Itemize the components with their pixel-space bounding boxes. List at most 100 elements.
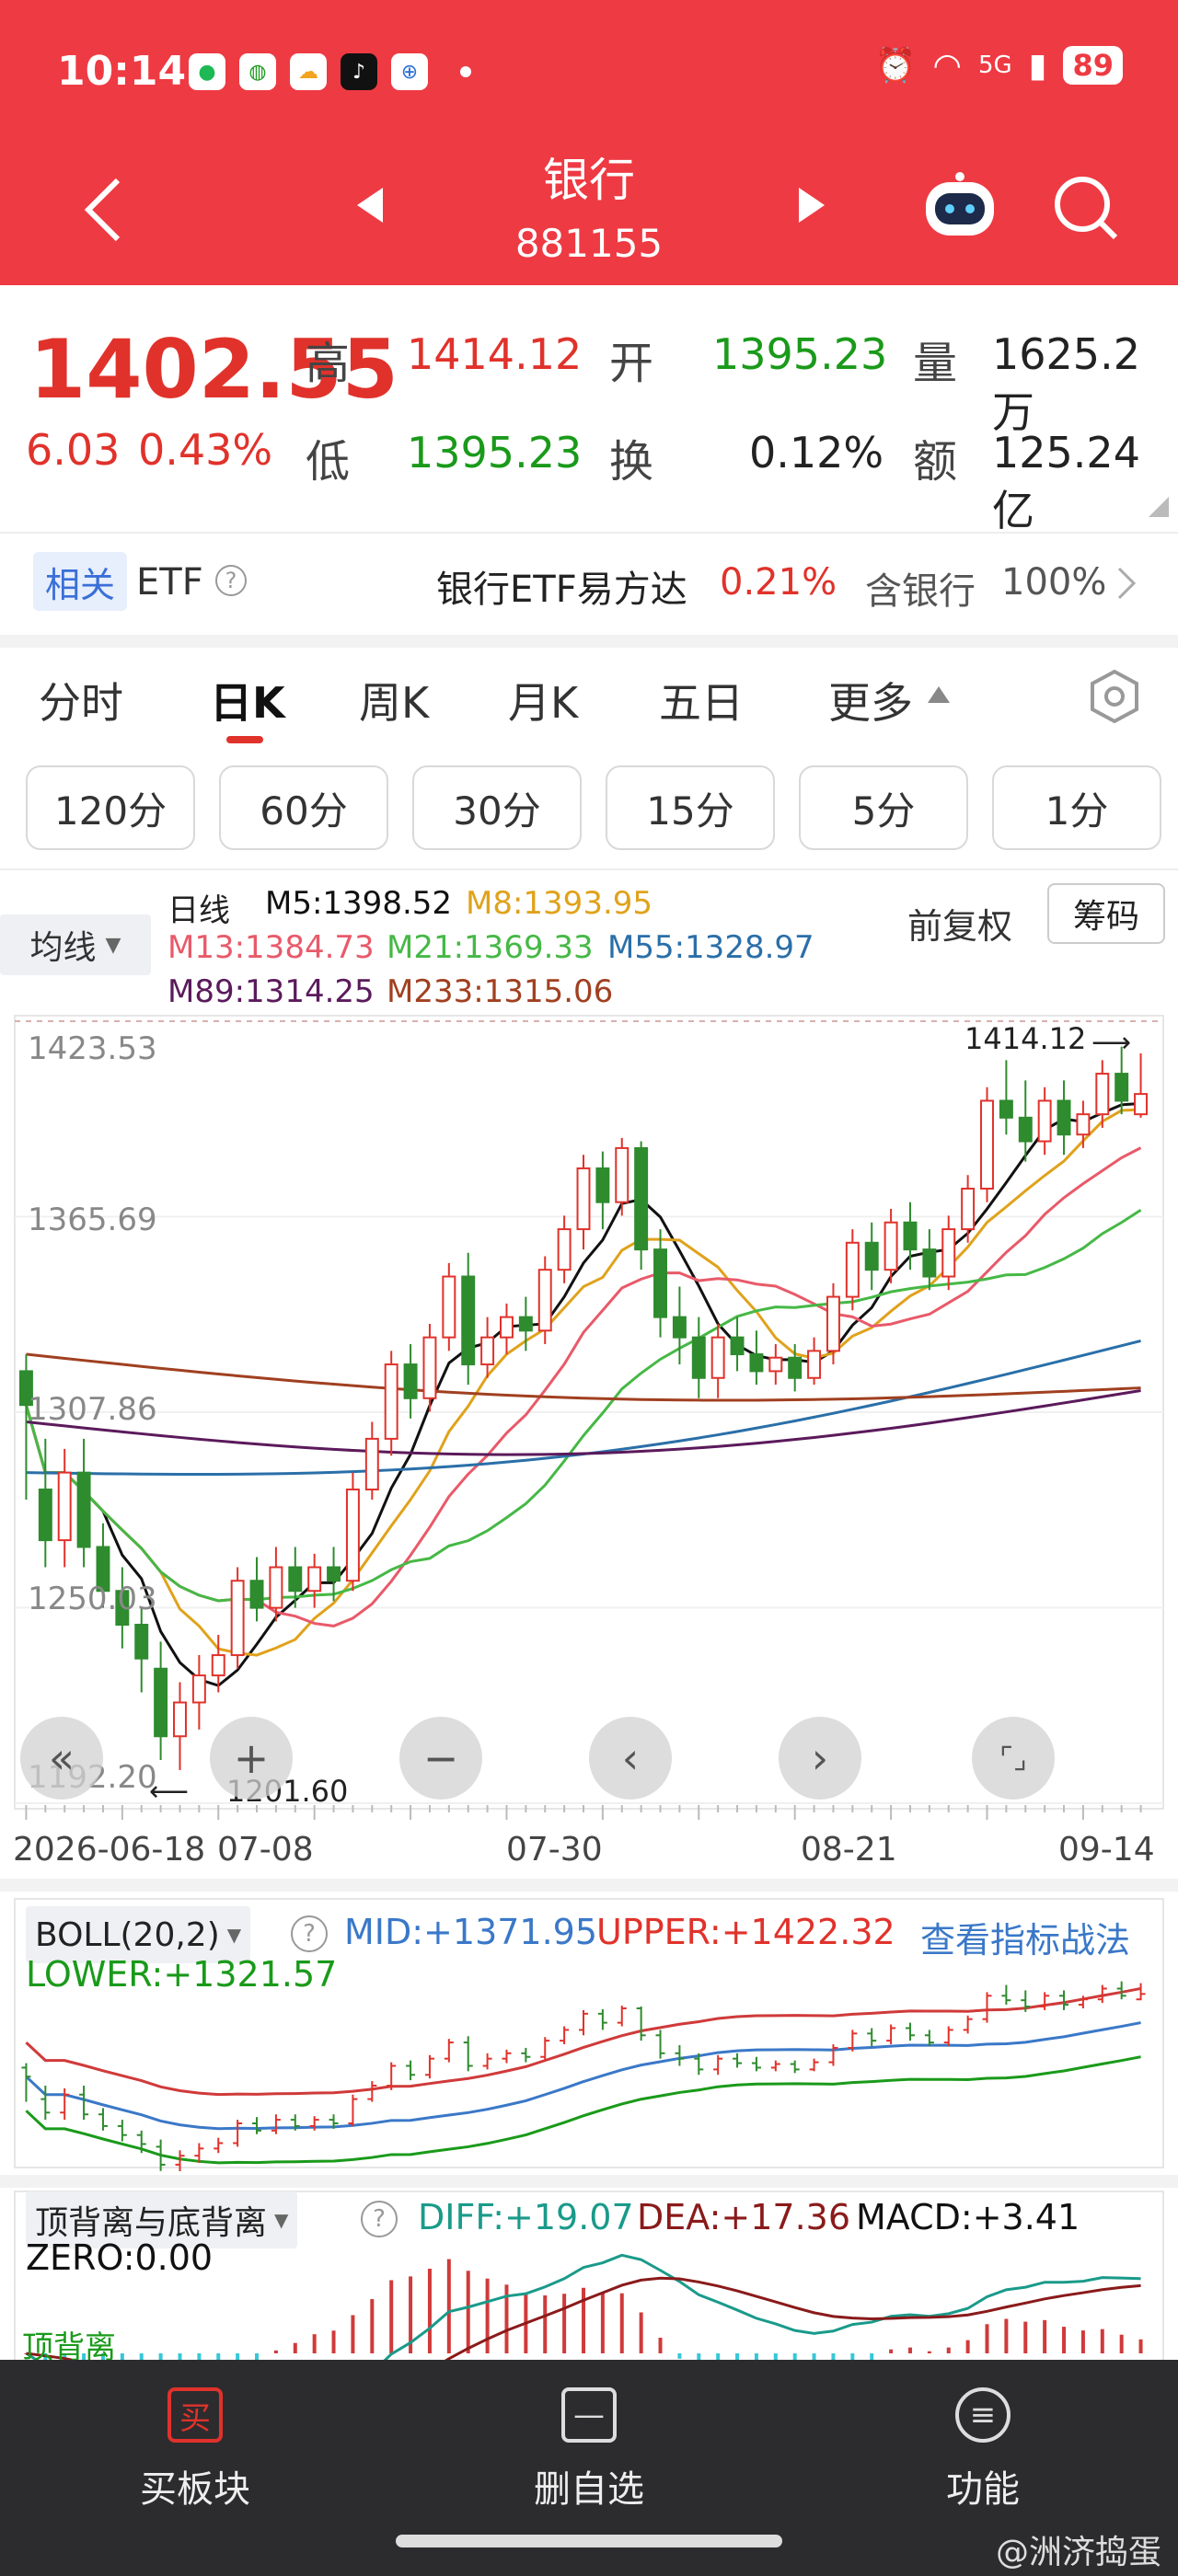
tab-monthly-k[interactable]: 月K: [508, 670, 578, 730]
macd-bar: [1062, 2327, 1067, 2353]
macd-bar: [946, 2347, 951, 2353]
boll-frame: [14, 1898, 1164, 2168]
max-price-label: 1414.12: [964, 1021, 1087, 1056]
macd-bar: [331, 2330, 336, 2353]
search-icon[interactable]: [1049, 171, 1123, 245]
function-button[interactable]: ≡ 功能: [845, 2360, 1121, 2513]
interval-30m[interactable]: 30分: [412, 765, 582, 850]
candle-body: [154, 1667, 168, 1738]
legend-m13: M13:1384.73: [167, 929, 375, 966]
macd-bar: [1119, 2334, 1124, 2353]
home-indicator[interactable]: [396, 2535, 782, 2547]
candle-body: [269, 1566, 283, 1609]
divider: [0, 868, 1178, 870]
candle-body: [768, 1356, 783, 1373]
etf-hold: 含银行: [865, 570, 976, 613]
fullscreen-button[interactable]: ⌜⌟: [972, 1717, 1055, 1800]
candle-body: [922, 1248, 937, 1278]
tab-five-day[interactable]: 五日: [659, 670, 744, 730]
macd-help-icon[interactable]: ?: [361, 2201, 398, 2237]
boll-mid-line: [25, 2021, 1141, 2131]
boll-lower-line: [25, 2055, 1141, 2165]
rewind-button[interactable]: «: [20, 1717, 103, 1800]
interval-120m[interactable]: 120分: [26, 765, 195, 850]
x-axis-ticks: [25, 1805, 1142, 1820]
low-value: 1395.23: [407, 428, 583, 477]
change-value: 6.03: [26, 425, 121, 475]
chevron-right-icon[interactable]: [1115, 565, 1138, 602]
candle-body: [653, 1248, 667, 1318]
remove-watchlist-button[interactable]: — 删自选: [451, 2360, 727, 2513]
tab-intraday[interactable]: 分时: [39, 670, 123, 730]
candle-body: [480, 1336, 495, 1366]
minus-box-icon: —: [561, 2387, 617, 2443]
candle-body: [710, 1336, 725, 1379]
macd-bar: [1100, 2329, 1104, 2353]
interval-1m[interactable]: 1分: [992, 765, 1161, 850]
zoom-out-button[interactable]: −: [399, 1717, 482, 1800]
macd-bar: [639, 2312, 643, 2353]
adjust-label[interactable]: 前复权: [907, 898, 1012, 949]
tab-more[interactable]: 更多: [828, 670, 913, 730]
macd-bar: [677, 2353, 682, 2359]
etf-name[interactable]: 银行ETF易方达: [436, 559, 687, 613]
macd-bar: [312, 2334, 317, 2353]
candle-body: [422, 1336, 437, 1399]
candle-body: [518, 1316, 533, 1332]
next-stock-icon[interactable]: [795, 184, 828, 226]
tab-daily-k[interactable]: 日K: [210, 670, 285, 730]
high-value: 1414.12: [407, 329, 583, 379]
scroll-left-button[interactable]: ‹: [589, 1717, 672, 1800]
boll-chart[interactable]: [0, 1895, 1178, 2171]
robot-assistant-icon[interactable]: [918, 171, 1001, 245]
candle-body: [364, 1437, 379, 1491]
buy-sector-button[interactable]: 买 买板块: [57, 2360, 333, 2513]
legend-m233: M233:1315.06: [387, 973, 614, 1010]
candle-body: [807, 1350, 822, 1379]
candle-body: [38, 1489, 52, 1542]
kline-chart[interactable]: [0, 1012, 1178, 1812]
macd-bar: [427, 2268, 432, 2353]
candle-body: [461, 1275, 476, 1366]
min-arrow-icon: ⟵: [149, 1776, 190, 1808]
ma-selector[interactable]: 均线 ▼: [0, 914, 151, 975]
interval-5m[interactable]: 5分: [799, 765, 968, 850]
signal-icon: ▮: [1028, 46, 1047, 85]
candle-body: [788, 1356, 803, 1379]
watermark: @洲济捣蛋: [995, 2534, 1161, 2571]
y-label-1: 1423.53: [28, 1030, 157, 1067]
candle-body: [826, 1295, 840, 1352]
change-percent: 0.43%: [138, 425, 273, 475]
corner-expand-icon[interactable]: [1149, 497, 1169, 517]
scroll-right-button[interactable]: ›: [779, 1717, 861, 1800]
bank-app-icon: ◍: [239, 53, 276, 90]
ma233-line: [26, 1352, 1141, 1402]
tab-weekly-k[interactable]: 周K: [359, 670, 429, 730]
candle-body: [211, 1654, 225, 1677]
section-gap: [0, 1879, 1178, 1892]
status-time: 10:14: [57, 48, 187, 95]
candle-body: [345, 1489, 360, 1582]
spotify-icon: ●: [189, 53, 225, 90]
settings-hex-icon[interactable]: [1086, 668, 1143, 725]
etf-help-icon[interactable]: ?: [215, 565, 247, 596]
macd-bar: [389, 2280, 394, 2353]
wifi-icon: ◠: [932, 46, 962, 85]
x-label-3: 07-30: [506, 1831, 603, 1869]
zoom-in-button[interactable]: +: [210, 1717, 293, 1800]
volume-value: 1625.2万: [992, 329, 1140, 437]
interval-60m[interactable]: 60分: [219, 765, 388, 850]
legend-line-type: 日线: [167, 892, 230, 929]
interval-15m[interactable]: 15分: [606, 765, 775, 850]
macd-bar: [907, 2347, 912, 2353]
x-label-4: 08-21: [801, 1831, 897, 1869]
macd-bar: [370, 2299, 375, 2353]
macd-bar: [466, 2271, 470, 2353]
status-right: ⏰ ◠ 5G ▮ 89: [875, 46, 1123, 85]
candle-body: [249, 1580, 264, 1609]
macd-bar: [446, 2259, 451, 2353]
chips-button[interactable]: 筹码: [1047, 883, 1165, 944]
candle-body: [1037, 1099, 1052, 1143]
caret-up-icon[interactable]: [926, 684, 952, 705]
candle-body: [941, 1228, 956, 1278]
